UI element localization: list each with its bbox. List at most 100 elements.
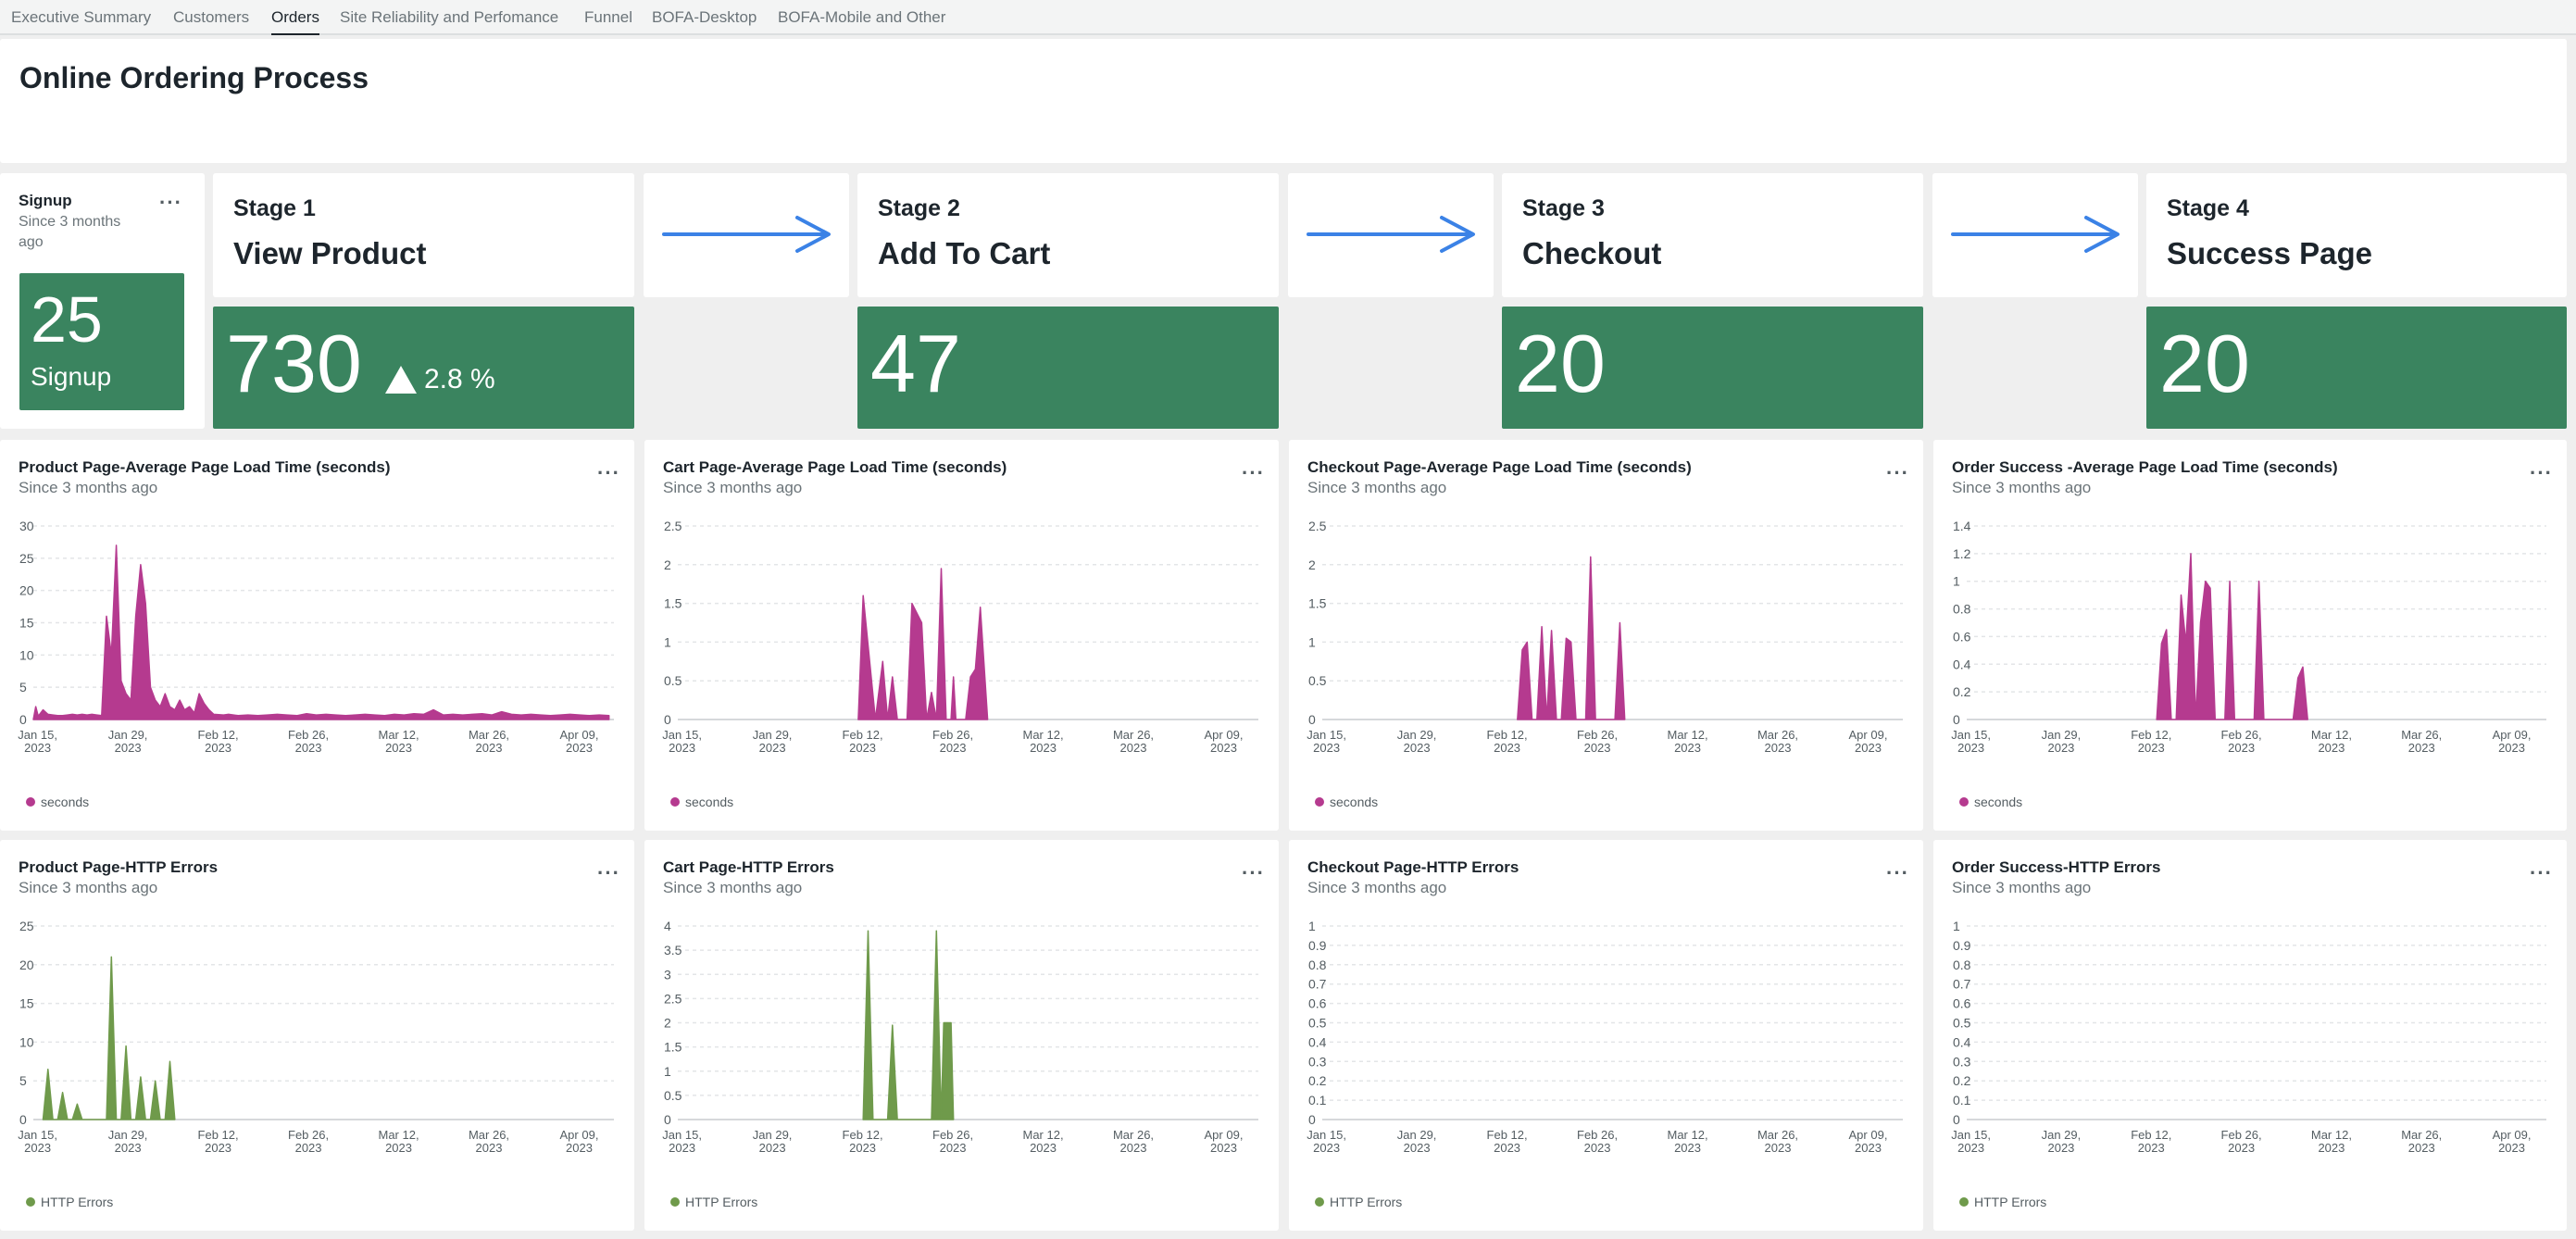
x-tick-label: 2023 (2498, 741, 2525, 755)
arrow-card-3 (1932, 173, 2138, 297)
more-options-icon[interactable]: ··· (2530, 463, 2553, 483)
chart-plot: 00.511.522.533.54Jan 15,2023Jan 29,2023F… (662, 919, 1258, 1155)
x-tick-label: Mar 26, (1757, 1128, 1798, 1142)
y-tick-label: 1.5 (664, 1040, 682, 1055)
y-tick-label: 0.7 (1308, 977, 1327, 992)
y-tick-label: 3.5 (664, 943, 682, 957)
x-tick-label: Feb 12, (198, 728, 239, 742)
x-tick-label: Mar 12, (2311, 728, 2352, 742)
y-tick-label: 0 (1953, 712, 1960, 727)
stage-4-billboard: 20 (2146, 307, 2567, 429)
series-area[interactable] (857, 568, 989, 720)
series-area[interactable] (32, 544, 610, 720)
series-area[interactable] (862, 930, 955, 1120)
more-options-icon[interactable]: ··· (1886, 863, 1909, 883)
y-tick-label: 1 (1953, 919, 1960, 933)
signup-billboard: 25 Signup (19, 273, 184, 410)
tab-orders[interactable]: Orders (271, 0, 319, 35)
chart-plot: 0510152025Jan 15,2023Jan 29,2023Feb 12,2… (18, 919, 614, 1155)
x-tick-label: Jan 15, (18, 728, 57, 742)
chart-legend[interactable]: HTTP Errors (670, 1195, 757, 1209)
tab-bofa-mobile[interactable]: BOFA-Mobile and Other (778, 0, 945, 35)
tab-customers[interactable]: Customers (173, 0, 249, 35)
chart-legend[interactable]: seconds (26, 795, 89, 809)
chart-subtitle: Since 3 months ago (663, 479, 803, 496)
chart-card: Cart Page-HTTP Errors Since 3 months ago ·… (644, 840, 1279, 1231)
y-tick-label: 0.2 (1953, 1073, 1971, 1088)
x-tick-label: 2023 (566, 741, 593, 755)
chart-subtitle: Since 3 months ago (1952, 879, 2092, 896)
more-options-icon[interactable]: ··· (1242, 463, 1265, 483)
y-tick-label: 4 (664, 919, 671, 933)
y-tick-label: 3 (664, 967, 671, 982)
x-tick-label: 2023 (24, 1141, 51, 1155)
x-tick-label: 2023 (476, 741, 503, 755)
x-tick-label: Jan 29, (753, 1128, 793, 1142)
x-tick-label: 2023 (24, 741, 51, 755)
more-options-icon[interactable]: ··· (1242, 863, 1265, 883)
x-tick-label: Mar 26, (2401, 728, 2442, 742)
x-tick-label: Mar 12, (1667, 1128, 1707, 1142)
stage-1-number: Stage 1 (233, 195, 316, 221)
x-tick-label: 2023 (1120, 741, 1147, 755)
tab-executive-summary[interactable]: Executive Summary (11, 0, 151, 35)
x-tick-label: 2023 (295, 1141, 322, 1155)
chart-legend[interactable]: HTTP Errors (1959, 1195, 2046, 1209)
series-area[interactable] (1517, 556, 1626, 720)
x-tick-label: 2023 (940, 1141, 967, 1155)
chart-legend[interactable]: seconds (670, 795, 733, 809)
y-tick-label: 0.1 (1953, 1093, 1971, 1108)
legend-label: seconds (1974, 795, 2023, 809)
x-tick-label: Mar 12, (2311, 1128, 2352, 1142)
x-tick-label: Apr 09, (1849, 1128, 1888, 1142)
y-tick-label: 2.5 (1308, 519, 1327, 533)
y-tick-label: 0.4 (1953, 657, 1971, 671)
chart-legend[interactable]: seconds (1315, 795, 1378, 809)
legend-dot (1959, 1197, 1969, 1207)
x-tick-label: 2023 (2047, 1141, 2074, 1155)
x-tick-label: 2023 (1855, 1141, 1882, 1155)
chart-legend[interactable]: HTTP Errors (1315, 1195, 1402, 1209)
x-tick-label: 2023 (1313, 741, 1340, 755)
x-tick-label: 2023 (115, 741, 142, 755)
series-area[interactable] (2156, 553, 2308, 720)
chart-legend[interactable]: seconds (1959, 795, 2022, 809)
y-tick-label: 0.5 (1308, 673, 1327, 688)
y-tick-label: 20 (19, 957, 34, 972)
more-options-icon[interactable]: ··· (1886, 463, 1909, 483)
x-tick-label: Feb 26, (932, 1128, 973, 1142)
tab-site-reliability[interactable]: Site Reliability and Perfomance (340, 0, 558, 35)
more-options-icon[interactable]: ··· (597, 463, 620, 483)
x-tick-label: 2023 (2138, 1141, 2165, 1155)
x-tick-label: Feb 12, (2131, 728, 2171, 742)
chart-subtitle: Since 3 months ago (19, 879, 158, 896)
chart-legend[interactable]: HTTP Errors (26, 1195, 113, 1209)
stage-4-number: Stage 4 (2167, 195, 2249, 221)
chart-subtitle: Since 3 months ago (1307, 479, 1447, 496)
x-tick-label: Mar 26, (1113, 1128, 1154, 1142)
page-title: Online Ordering Process (19, 61, 369, 94)
x-tick-label: Apr 09, (2493, 728, 2532, 742)
x-tick-label: 2023 (759, 741, 786, 755)
x-tick-label: 2023 (2228, 741, 2255, 755)
more-options-icon[interactable]: ··· (2530, 863, 2553, 883)
more-options-icon[interactable]: ··· (597, 863, 620, 883)
x-tick-label: 2023 (385, 1141, 412, 1155)
legend-dot (1315, 1197, 1324, 1207)
x-tick-label: Jan 29, (753, 728, 793, 742)
chart-subtitle: Since 3 months ago (1307, 879, 1447, 896)
chart-card: Checkout Page-Average Page Load Time (se… (1289, 440, 1923, 831)
x-tick-label: Feb 26, (1577, 728, 1618, 742)
y-tick-label: 15 (19, 616, 34, 631)
tab-bofa-desktop[interactable]: BOFA-Desktop (652, 0, 757, 35)
tab-funnel[interactable]: Funnel (584, 0, 632, 35)
y-tick-label: 0.4 (1308, 1034, 1327, 1049)
y-tick-label: 0 (664, 1112, 671, 1127)
x-tick-label: Jan 15, (1951, 728, 1991, 742)
x-tick-label: Feb 26, (288, 1128, 329, 1142)
x-tick-label: 2023 (1404, 1141, 1431, 1155)
more-options-icon[interactable]: ··· (159, 193, 182, 213)
series-area[interactable] (42, 956, 176, 1120)
stage-3-name: Checkout (1522, 236, 1662, 270)
x-tick-label: 2023 (2498, 1141, 2525, 1155)
